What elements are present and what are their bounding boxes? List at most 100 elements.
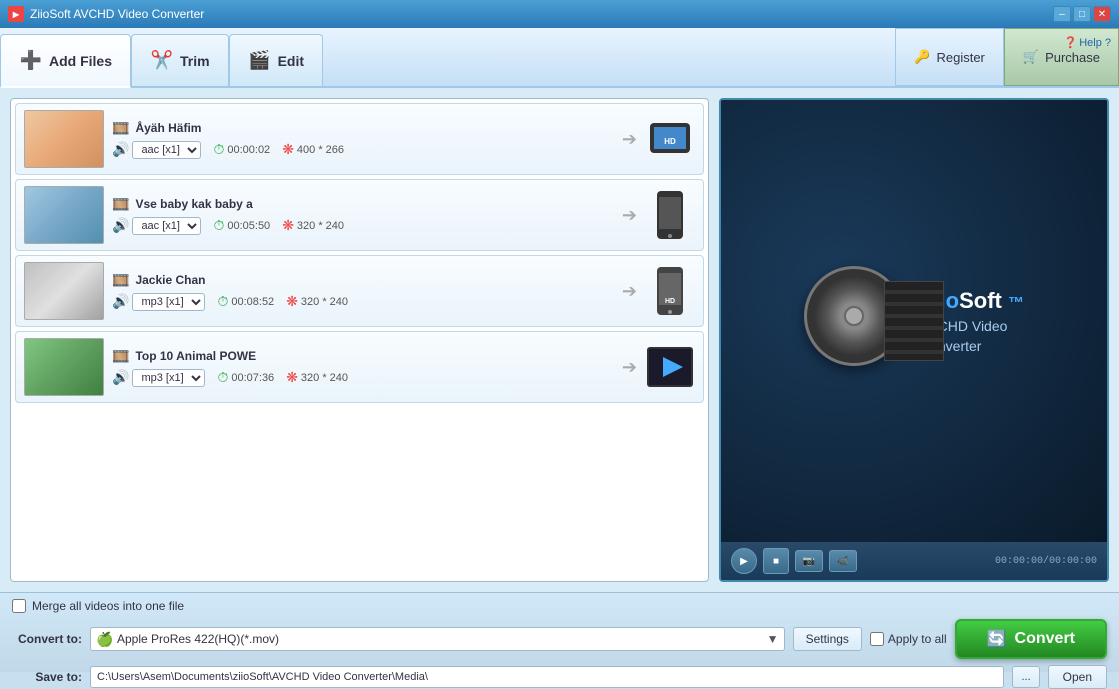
file-duration: ⏱ 00:05:50 [213,217,270,234]
thumb-inner [25,263,103,319]
file-duration: ⏱ 00:08:52 [217,293,274,310]
time-display: 00:00:00/00:00:00 [995,556,1097,567]
file-target[interactable] [645,189,695,241]
audio-select: 🔊 mp3 [x1] [112,293,205,311]
format-icon: 🍏 [96,631,113,648]
apply-all-row: Apply to all [870,632,947,646]
convert-button[interactable]: 🔄 Convert [955,619,1107,659]
file-name-row: 🎞️ Jackie Chan [112,272,614,289]
size-icon: ❋ [282,141,294,158]
audio-icon: 🔊 [112,293,129,310]
audio-format-select[interactable]: aac [x1] [132,217,201,235]
add-files-label: Add Files [49,53,112,69]
minimize-button[interactable]: – [1053,6,1071,22]
stop-button[interactable]: ■ [763,548,789,574]
file-name: Vse baby kak baby a [135,197,252,211]
file-list: 🎞️ Åyäh Häfim 🔊 aac [x1] ⏱ 00:00:02 ❋ 40… [10,98,709,582]
file-info: 🎞️ Top 10 Animal POWE 🔊 mp3 [x1] ⏱ 00:07… [112,348,614,387]
reel-center [844,306,864,326]
reel-film [884,281,944,361]
size-value: 320 * 240 [301,372,348,384]
merge-checkbox[interactable] [12,599,26,613]
purchase-icon: 🛒 [1023,49,1039,65]
trim-button[interactable]: ✂️ Trim [131,34,229,86]
format-select-wrap: 🍏 Apple ProRes 422(HQ)(*.mov) ▼ [90,627,785,651]
edit-label: Edit [278,53,304,69]
help-button[interactable]: ❓ Help ? [1064,36,1112,49]
arrow-icon: ➔ [622,129,637,150]
edit-button[interactable]: 🎬 Edit [229,34,323,86]
save-path-input[interactable] [90,666,1004,688]
file-thumbnail [24,110,104,168]
clock-icon: ⏱ [217,293,228,310]
browse-button[interactable]: ... [1012,666,1039,688]
trim-icon: ✂️ [150,49,174,73]
record-button[interactable]: 📹 [829,550,857,572]
toolbar: ➕ Add Files ✂️ Trim 🎬 Edit 🔑 Register 🛒 … [0,28,1119,88]
file-name: Top 10 Animal POWE [135,349,256,363]
file-thumbnail [24,338,104,396]
snapshot-button[interactable]: 📷 [795,550,823,572]
arrow-icon: ➔ [622,205,637,226]
edit-icon: 🎬 [248,49,272,73]
svg-text:HD: HD [665,298,675,305]
play-button[interactable]: ▶ [731,548,757,574]
preview-logo: ZiioSoft ™ AVCHD Video Converter [804,266,1024,376]
list-item: 🎞️ Jackie Chan 🔊 mp3 [x1] ⏱ 00:08:52 ❋ 3… [15,255,704,327]
purchase-label: Purchase [1045,50,1100,65]
arrow-icon: ➔ [622,357,637,378]
size-icon: ❋ [286,293,298,310]
app-icon: ▶ [8,6,24,22]
preview-video: ZiioSoft ™ AVCHD Video Converter ▶ ■ 📷 📹… [719,98,1109,582]
file-info: 🎞️ Åyäh Häfim 🔊 aac [x1] ⏱ 00:00:02 ❋ 40… [112,120,614,159]
file-name: Åyäh Häfim [135,121,201,135]
maximize-button[interactable]: □ [1073,6,1091,22]
merge-label: Merge all videos into one file [32,599,184,613]
file-details: 🔊 mp3 [x1] ⏱ 00:08:52 ❋ 320 * 240 [112,293,614,311]
audio-format-select[interactable]: aac [x1] [132,141,201,159]
apply-all-label: Apply to all [888,632,947,646]
audio-format-select[interactable]: mp3 [x1] [132,369,205,387]
svg-text:HD: HD [664,137,676,146]
clock-icon: ⏱ [213,141,224,158]
file-target[interactable]: HD [645,117,695,161]
clock-icon: ⏱ [213,217,224,234]
apply-all-checkbox[interactable] [870,632,884,646]
settings-button[interactable]: Settings [793,627,862,651]
video-file-icon: 🎞️ [112,348,129,365]
help-icon: ❓ [1064,36,1078,49]
preview-screen: ZiioSoft ™ AVCHD Video Converter [721,100,1107,542]
file-target[interactable] [645,345,695,389]
video-file-icon: 🎞️ [112,120,129,137]
audio-select: 🔊 aac [x1] [112,141,201,159]
titlebar-controls: – □ ✕ [1053,6,1111,22]
thumb-inner [25,339,103,395]
clock-icon: ⏱ [217,369,228,386]
file-size: ❋ 320 * 240 [286,369,348,386]
add-files-button[interactable]: ➕ Add Files [0,34,131,88]
duration-value: 00:08:52 [231,296,274,308]
register-icon: 🔑 [914,49,930,65]
file-name-row: 🎞️ Top 10 Animal POWE [112,348,614,365]
audio-icon: 🔊 [112,369,129,386]
audio-select: 🔊 aac [x1] [112,217,201,235]
audio-select: 🔊 mp3 [x1] [112,369,205,387]
list-item: 🎞️ Åyäh Häfim 🔊 aac [x1] ⏱ 00:00:02 ❋ 40… [15,103,704,175]
duration-value: 00:00:02 [227,144,270,156]
duration-value: 00:07:36 [231,372,274,384]
audio-format-select[interactable]: mp3 [x1] [132,293,205,311]
video-file-icon: 🎞️ [112,272,129,289]
close-button[interactable]: ✕ [1093,6,1111,22]
open-button[interactable]: Open [1048,665,1107,689]
logo-top: ZiioSoft ™ AVCHD Video Converter [804,266,1024,376]
audio-icon: 🔊 [112,217,129,234]
file-details: 🔊 aac [x1] ⏱ 00:00:02 ❋ 400 * 266 [112,141,614,159]
add-files-icon: ➕ [19,49,43,73]
size-value: 320 * 240 [297,220,344,232]
file-target[interactable]: HD [645,265,695,317]
size-value: 320 * 240 [301,296,348,308]
format-select[interactable]: Apple ProRes 422(HQ)(*.mov) [90,627,785,651]
file-name-row: 🎞️ Vse baby kak baby a [112,196,614,213]
register-button[interactable]: 🔑 Register [895,28,1004,86]
duration-value: 00:05:50 [227,220,270,232]
